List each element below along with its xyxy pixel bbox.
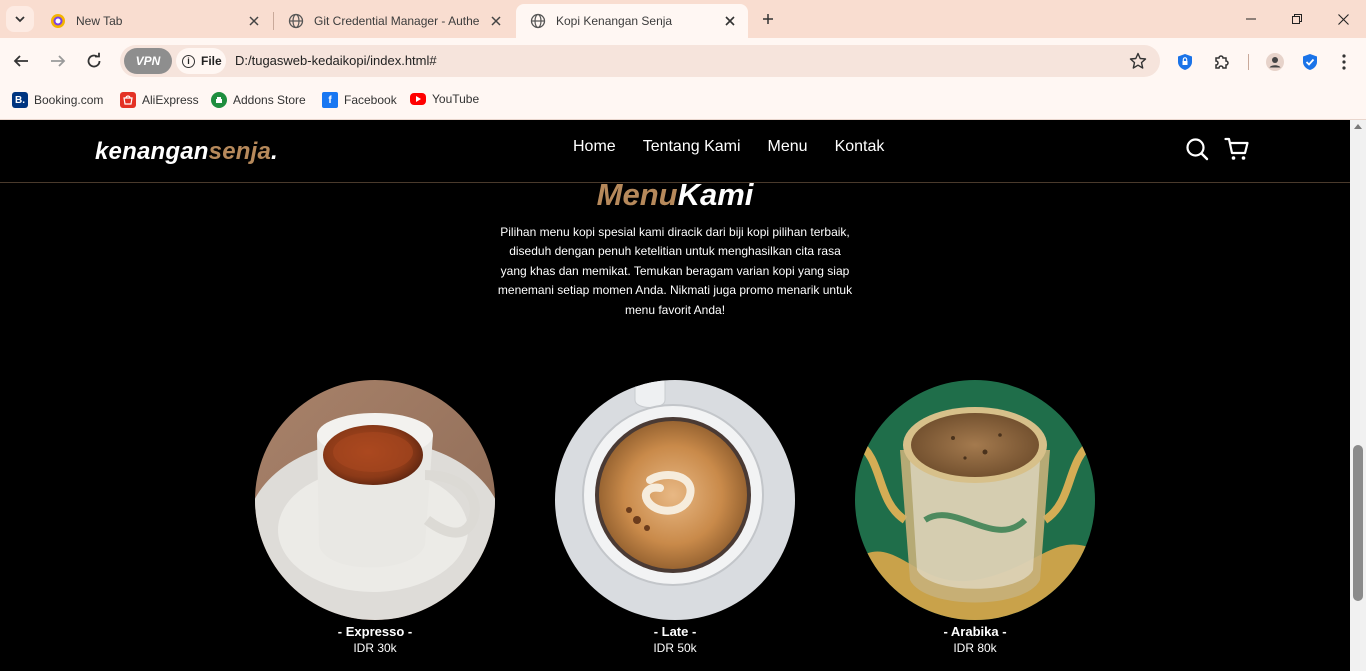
bookmark-aliexpress[interactable]: AliExpress: [120, 92, 199, 108]
bookmark-label: Facebook: [344, 93, 397, 107]
nav-home[interactable]: Home: [573, 138, 616, 156]
extension-vpn-shield[interactable]: [1173, 50, 1197, 74]
browser-chrome: New Tab Git Credential Manager - Authe K…: [0, 0, 1366, 120]
shield-check-icon: [1303, 54, 1317, 70]
back-button[interactable]: [6, 46, 36, 76]
bookmarks-bar: B. Booking.com AliExpress Addons Store f…: [0, 84, 1366, 120]
menu-item-price: IDR 50k: [653, 641, 697, 655]
tab-title: New Tab: [76, 14, 123, 28]
shopping-cart-icon[interactable]: [1224, 136, 1250, 162]
menu-item-name: - Late -: [653, 624, 697, 639]
scheme-label: File: [201, 54, 222, 68]
arabika-photo: [855, 380, 1095, 620]
extension-shield-check[interactable]: [1298, 50, 1322, 74]
more-vertical-icon: [1342, 54, 1346, 70]
avatar-icon: [1266, 53, 1284, 71]
logo-part-1: kenangan: [95, 138, 209, 165]
menu-description: Pilihan menu kopi spesial kami diracik d…: [497, 225, 853, 317]
tab-strip: New Tab Git Credential Manager - Authe K…: [0, 0, 1366, 38]
site-menu: Home Tentang Kami Menu Kontak: [573, 138, 884, 156]
bookmark-label: Addons Store: [233, 93, 306, 107]
aliexpress-icon: [120, 92, 136, 108]
shield-lock-icon: [1178, 54, 1192, 70]
forward-button[interactable]: [43, 46, 73, 76]
close-window-button[interactable]: [1320, 0, 1366, 38]
close-tab-icon[interactable]: [722, 13, 738, 29]
logo-part-2: senja: [208, 138, 272, 165]
plus-icon: [763, 14, 773, 24]
toolbar-divider: [1248, 54, 1249, 70]
scroll-thumb[interactable]: [1353, 445, 1363, 601]
globe-icon: [530, 13, 546, 29]
bookmark-addons-store[interactable]: Addons Store: [211, 92, 306, 108]
menu-item-price: IDR 30k: [353, 641, 397, 655]
close-icon: [1337, 13, 1349, 25]
arrow-left-icon: [13, 55, 28, 67]
bookmark-star-button[interactable]: [1128, 51, 1148, 71]
addons-store-icon: [211, 92, 227, 108]
bookmark-label: Booking.com: [34, 93, 104, 107]
profile-button[interactable]: [1263, 50, 1287, 74]
title-accent: Menu: [596, 177, 678, 212]
title-rest: Kami: [677, 177, 754, 212]
tab-title: Kopi Kenangan Senja: [556, 14, 673, 28]
booking-icon: B.: [12, 92, 28, 108]
browser-toolbar: VPN i File D:/tugasweb-kedaikopi/index.h…: [0, 38, 1366, 84]
globe-icon: [288, 13, 304, 29]
close-tab-icon[interactable]: [488, 13, 504, 29]
star-icon: [1129, 52, 1147, 69]
extensions-button[interactable]: [1210, 50, 1234, 74]
menu-item-price: IDR 80k: [953, 641, 997, 655]
tab-git-credential-manager[interactable]: Git Credential Manager - Authe: [274, 4, 514, 38]
restore-icon: [1292, 14, 1302, 24]
bookmark-label: AliExpress: [142, 93, 199, 107]
menu-item-name: - Expresso -: [337, 624, 413, 639]
close-tab-icon[interactable]: [246, 13, 262, 29]
search-icon[interactable]: [1184, 136, 1210, 162]
tab-title: Git Credential Manager - Authe: [314, 14, 480, 28]
new-tab-favicon-icon: [50, 13, 66, 29]
browser-menu-button[interactable]: [1332, 50, 1356, 74]
menu-item-card[interactable]: - Arabika - IDR 80k: [855, 380, 1095, 655]
menu-item-card[interactable]: - Expresso - IDR 30k: [255, 380, 495, 655]
vpn-badge[interactable]: VPN: [124, 48, 172, 74]
bookmark-booking[interactable]: B. Booking.com: [12, 92, 103, 108]
nav-kontak[interactable]: Kontak: [835, 138, 885, 156]
bookmark-facebook[interactable]: f Facebook: [322, 92, 397, 108]
info-icon: i: [182, 54, 195, 68]
puzzle-icon: [1215, 55, 1229, 69]
reload-icon: [87, 52, 101, 68]
bookmark-label: YouTube: [432, 92, 480, 106]
latte-photo: [555, 380, 795, 620]
site-logo[interactable]: kenangansenja.: [95, 138, 278, 166]
scroll-up-arrow-icon[interactable]: [1354, 124, 1362, 129]
arrow-right-icon: [51, 55, 66, 67]
minimize-button[interactable]: [1228, 0, 1274, 38]
address-bar[interactable]: VPN i File D:/tugasweb-kedaikopi/index.h…: [120, 45, 1160, 77]
menu-section-title: MenuKami: [0, 177, 1350, 213]
tab-kopi-kenangan-senja[interactable]: Kopi Kenangan Senja: [516, 4, 748, 38]
nav-tentang-kami[interactable]: Tentang Kami: [643, 138, 741, 156]
menu-item-card[interactable]: - Late - IDR 50k: [555, 380, 795, 655]
espresso-photo: [255, 380, 495, 620]
menu-item-name: - Arabika -: [943, 624, 1007, 639]
web-page: kenangansenja. Home Tentang Kami Menu Ko…: [0, 120, 1350, 671]
bookmark-youtube[interactable]: YouTube: [410, 92, 479, 106]
facebook-icon: f: [322, 92, 338, 108]
reload-button[interactable]: [79, 46, 109, 76]
tab-search-button[interactable]: [6, 6, 34, 32]
restore-button[interactable]: [1274, 0, 1320, 38]
youtube-icon: [410, 93, 426, 105]
chevron-down-icon: [15, 16, 25, 23]
page-scrollbar[interactable]: [1350, 120, 1366, 671]
nav-menu[interactable]: Menu: [768, 138, 808, 156]
new-tab-button[interactable]: [756, 8, 780, 30]
minimize-icon: [1246, 18, 1256, 20]
tab-new-tab[interactable]: New Tab: [36, 4, 272, 38]
url-text[interactable]: D:/tugasweb-kedaikopi/index.html#: [235, 53, 437, 68]
logo-part-3: .: [271, 138, 278, 165]
site-info-chip[interactable]: i File: [176, 48, 226, 74]
site-navbar: kenangansenja. Home Tentang Kami Menu Ko…: [0, 120, 1350, 183]
